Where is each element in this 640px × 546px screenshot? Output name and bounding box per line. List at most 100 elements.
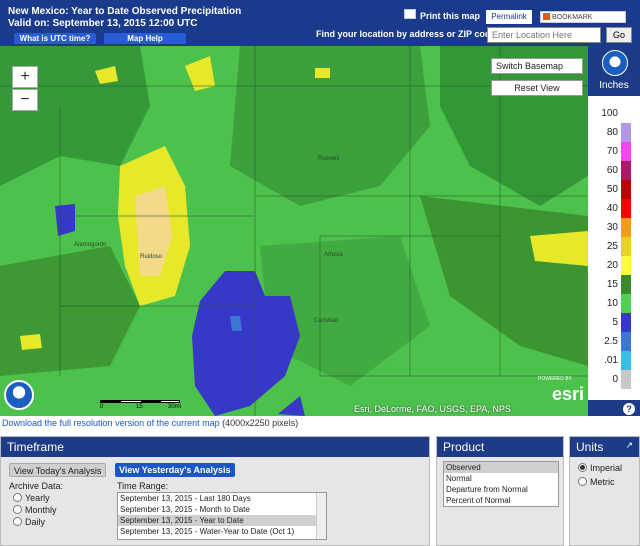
legend-row: 25 [588, 237, 640, 256]
map-help-button[interactable]: Map Help [104, 33, 186, 44]
view-today-button[interactable]: View Today's Analysis [9, 463, 107, 477]
download-link-text[interactable]: Download the full resolution version of … [2, 418, 220, 428]
legend-swatch [621, 275, 631, 294]
legend-value: 2.5 [604, 336, 618, 347]
legend-value: 50 [606, 184, 618, 195]
legend-value: 30 [606, 222, 618, 233]
archive-radio-daily[interactable]: Daily [13, 517, 45, 527]
reset-view-button[interactable]: Reset View [491, 80, 583, 96]
legend-swatch [621, 332, 631, 351]
town-label: Alamogordo [74, 242, 107, 248]
legend-swatch [621, 123, 631, 142]
product-list[interactable]: Observed Normal Departure from Normal Pe… [443, 461, 559, 507]
legend-value: 0 [612, 374, 618, 385]
scale-label: 15 [136, 404, 143, 410]
time-range-option[interactable]: September 13, 2015 - Last 180 Days [118, 493, 326, 504]
switch-basemap-button[interactable]: Switch Basemap [491, 58, 583, 74]
legend-row: 2.5 [588, 332, 640, 351]
noaa-logo [4, 380, 34, 410]
archive-radio-yearly[interactable]: Yearly [13, 493, 50, 503]
time-range-scrollbar[interactable] [316, 493, 326, 539]
time-range-option[interactable]: September 13, 2015 - Water-Year to Date … [118, 526, 326, 537]
units-radio-metric[interactable]: Metric [578, 477, 615, 487]
units-radio-imperial[interactable]: Imperial [578, 463, 622, 473]
town-label: Roswell [318, 156, 340, 162]
precipitation-map[interactable]: + − Switch Basemap Reset View Roswell Al… [0, 46, 588, 416]
map-attribution: Esri, DeLorme, FAO, USGS, EPA, NPS [354, 404, 511, 414]
town-label: Ruidoso [140, 254, 163, 260]
legend-swatch [621, 218, 631, 237]
legend-row: 20 [588, 256, 640, 275]
legend-row: 100 [588, 104, 640, 123]
legend-swatch [621, 180, 631, 199]
find-location-label: Find your location by address or ZIP cod… [316, 29, 499, 39]
legend-row: 0 [588, 370, 640, 389]
legend-panel: Inches 100 80 70 60 50 40 30 25 20 15 10 5 2.5 .01 0 ? [588, 46, 640, 416]
legend-value: 25 [606, 241, 618, 252]
printer-icon[interactable] [404, 9, 416, 19]
product-panel: Product Observed Normal Departure from N… [436, 436, 564, 546]
product-option[interactable]: Percent of Normal [444, 495, 558, 506]
bookmark-icon [543, 13, 550, 20]
radio-icon[interactable] [13, 505, 22, 514]
help-icon[interactable]: ? [623, 403, 635, 415]
legend-swatch [621, 104, 631, 123]
expand-icon[interactable]: ↗ [625, 440, 633, 451]
page-title: New Mexico: Year to Date Observed Precip… [8, 6, 242, 17]
legend-row: 40 [588, 199, 640, 218]
legend-value: 70 [606, 146, 618, 157]
timeframe-header: Timeframe [1, 437, 429, 457]
legend-row: 80 [588, 123, 640, 142]
product-option[interactable]: Departure from Normal [444, 484, 558, 495]
radio-label: Metric [590, 477, 615, 487]
radio-icon[interactable] [578, 477, 587, 486]
radio-icon[interactable] [13, 517, 22, 526]
valid-date: Valid on: September 13, 2015 12:00 UTC [8, 18, 198, 29]
units-panel: Units ↗ Imperial Metric [569, 436, 640, 546]
town-label: Carlsbad [314, 318, 339, 324]
product-header: Product [437, 437, 563, 457]
legend-swatch [621, 370, 631, 389]
bookmark-button[interactable]: BOOKMARK [540, 11, 626, 23]
go-button[interactable]: Go [606, 27, 632, 43]
radio-icon[interactable] [13, 493, 22, 502]
print-map-link[interactable]: Print this map [420, 11, 480, 21]
legend-value: 20 [606, 260, 618, 271]
product-option-selected[interactable]: Observed [444, 462, 558, 473]
utc-help-button[interactable]: What is UTC time? [14, 33, 96, 44]
radio-label: Monthly [25, 505, 57, 515]
legend-row: 30 [588, 218, 640, 237]
permalink-button[interactable]: Permalink [486, 10, 532, 24]
timeframe-panel: Timeframe View Today's Analysis View Yes… [0, 436, 430, 546]
noaa-legend-logo [602, 50, 628, 76]
view-yesterday-button[interactable]: View Yesterday's Analysis [115, 463, 235, 477]
archive-radio-monthly[interactable]: Monthly [13, 505, 57, 515]
legend-swatch [621, 313, 631, 332]
map-scale-bar: 0 15 30mi [100, 400, 190, 410]
legend-scale: 100 80 70 60 50 40 30 25 20 15 10 5 2.5 .01 0 [588, 96, 640, 400]
time-range-list[interactable]: September 13, 2015 - Last 180 Days Septe… [117, 492, 327, 540]
download-link[interactable]: Download the full resolution version of … [2, 418, 298, 428]
legend-row: .01 [588, 351, 640, 370]
legend-row: 5 [588, 313, 640, 332]
time-range-option[interactable]: September 13, 2015 - Month to Date [118, 504, 326, 515]
legend-value: 80 [606, 127, 618, 138]
product-option[interactable]: Normal [444, 473, 558, 484]
radio-icon[interactable] [578, 463, 587, 472]
time-range-option-selected[interactable]: September 13, 2015 - Year to Date [118, 515, 326, 526]
legend-swatch [621, 199, 631, 218]
radio-label: Daily [25, 517, 46, 527]
town-label: Artesia [324, 252, 343, 258]
location-search-input[interactable] [487, 27, 601, 43]
bookmark-label: BOOKMARK [552, 14, 593, 21]
archive-data-label: Archive Data: [9, 481, 64, 491]
legend-row: 70 [588, 142, 640, 161]
legend-row: 15 [588, 275, 640, 294]
legend-value: 100 [601, 108, 618, 119]
scale-bar-graphic [100, 400, 180, 403]
time-range-label: Time Range: [117, 481, 169, 491]
zoom-in-button[interactable]: + [12, 66, 38, 88]
zoom-out-button[interactable]: − [12, 89, 38, 111]
legend-swatch [621, 237, 631, 256]
legend-swatch [621, 294, 631, 313]
